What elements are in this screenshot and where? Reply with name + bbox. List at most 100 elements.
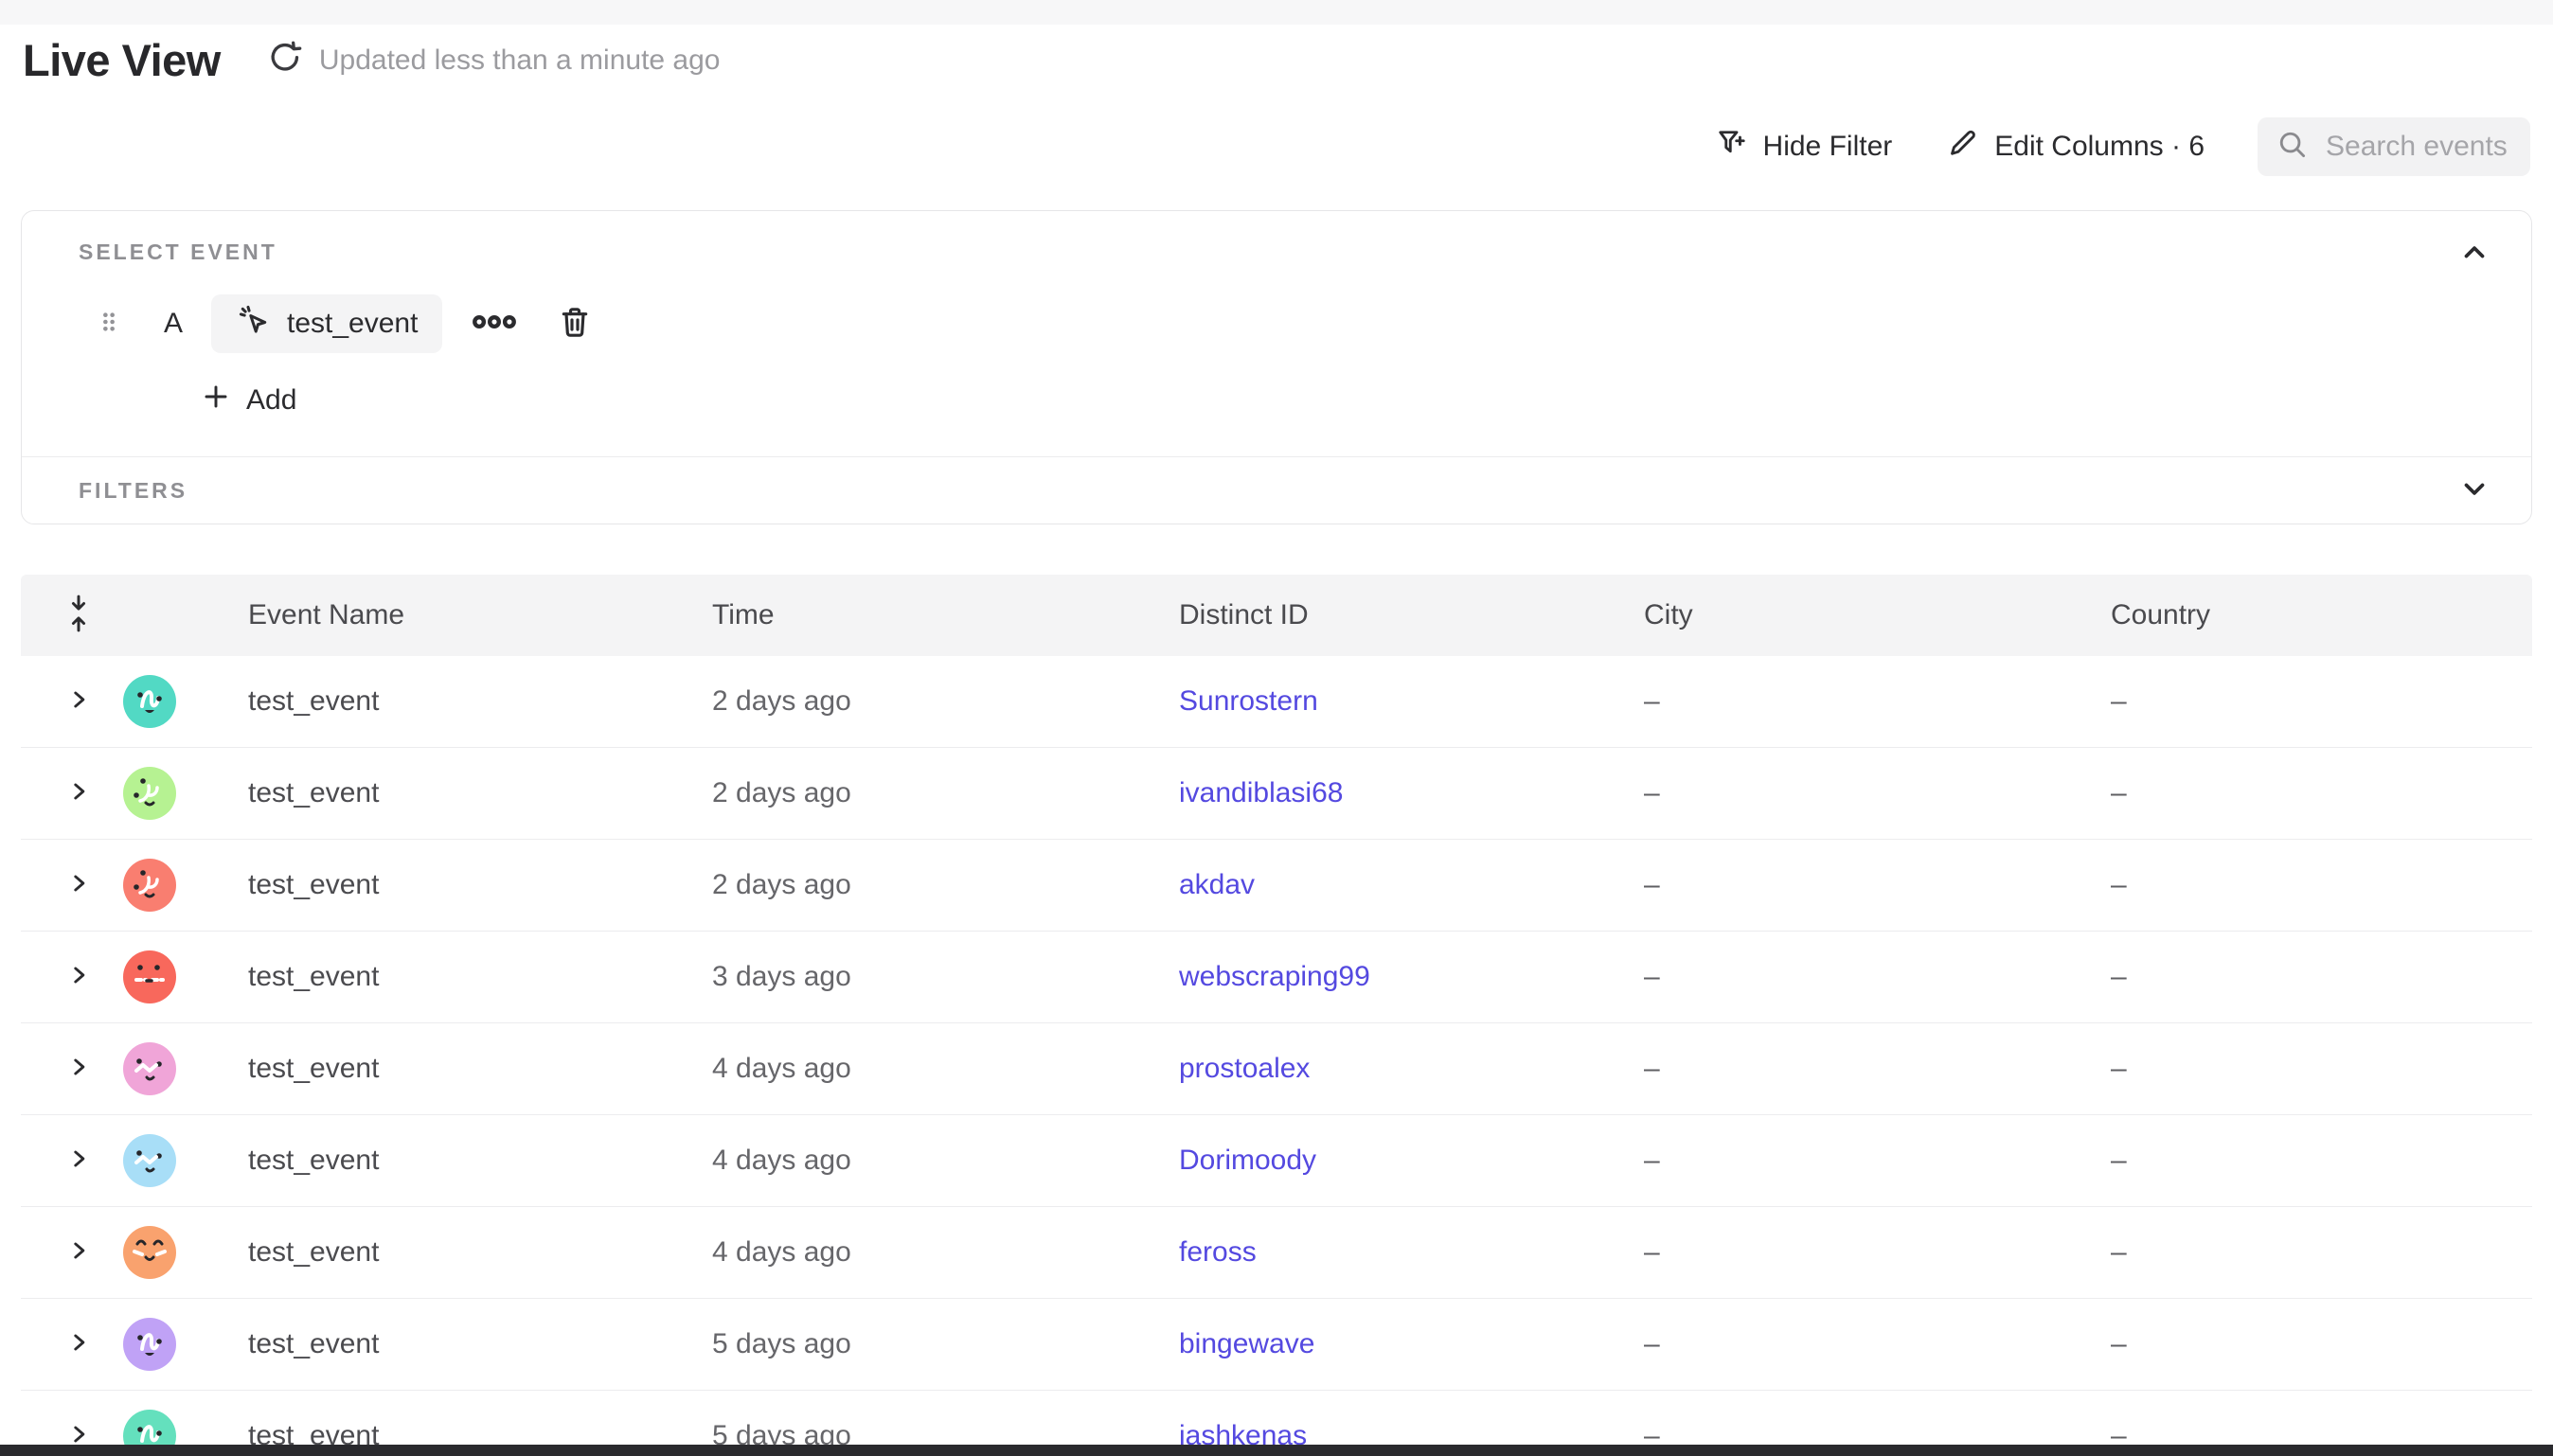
country-cell: – — [2103, 685, 2532, 718]
avatar-cell — [123, 859, 227, 912]
add-event-button[interactable]: Add — [201, 382, 296, 419]
select-event-section: SELECT EVENT — [22, 211, 2531, 456]
column-header-country: Country — [2103, 599, 2532, 631]
expand-row-button[interactable] — [21, 1146, 123, 1176]
search-input[interactable] — [2326, 131, 2515, 163]
distinct-id-link[interactable]: Dorimoody — [1179, 1145, 1636, 1177]
time-cell: 2 days ago — [712, 777, 1179, 809]
table-header-row: Event Name Time Distinct ID City Country — [21, 575, 2532, 656]
event-options-button[interactable] — [473, 310, 516, 339]
user-avatar[interactable] — [123, 675, 176, 728]
delete-event-button[interactable] — [556, 303, 594, 346]
distinct-id-link[interactable]: prostoalex — [1179, 1053, 1636, 1085]
country-cell: – — [2103, 1328, 2532, 1360]
table-row: test_event 2 days ago akdav – – — [21, 840, 2532, 932]
country-cell: – — [2103, 869, 2532, 901]
table-body: test_event 2 days ago Sunrostern – – tes… — [21, 656, 2532, 1456]
table-row: test_event 2 days ago ivandiblasi68 – – — [21, 748, 2532, 840]
search-icon — [2276, 129, 2309, 166]
distinct-id-link[interactable]: Sunrostern — [1179, 685, 1636, 718]
column-header-city: City — [1636, 599, 2103, 631]
search-box[interactable] — [2258, 117, 2530, 176]
top-strip — [0, 0, 2553, 25]
event-name-cell: test_event — [227, 1145, 712, 1177]
refresh-button[interactable] — [264, 40, 306, 81]
avatar-cell — [123, 1226, 227, 1279]
distinct-id-link[interactable]: ivandiblasi68 — [1179, 777, 1636, 809]
filter-plus-icon — [1714, 126, 1748, 168]
user-avatar[interactable] — [123, 1226, 176, 1279]
time-cell: 2 days ago — [712, 685, 1179, 718]
expand-row-button[interactable] — [21, 871, 123, 900]
add-button-label: Add — [246, 384, 296, 417]
user-avatar[interactable] — [123, 859, 176, 912]
expand-row-button[interactable] — [21, 1330, 123, 1359]
chevron-right-icon — [66, 1146, 91, 1176]
user-avatar[interactable] — [123, 1042, 176, 1095]
updated-status: Updated less than a minute ago — [319, 44, 721, 77]
time-cell: 4 days ago — [712, 1053, 1179, 1085]
avatar-cell — [123, 1042, 227, 1095]
distinct-id-link[interactable]: akdav — [1179, 869, 1636, 901]
city-cell: – — [1636, 1236, 2103, 1269]
user-avatar[interactable] — [123, 1318, 176, 1371]
distinct-id-link[interactable]: webscraping99 — [1179, 961, 1636, 993]
filters-label: FILTERS — [79, 478, 187, 504]
drag-handle[interactable] — [92, 306, 126, 343]
country-cell: – — [2103, 1053, 2532, 1085]
expand-row-button[interactable] — [21, 1055, 123, 1084]
event-selector-chip[interactable]: test_event — [211, 294, 442, 353]
event-name-cell: test_event — [227, 869, 712, 901]
city-cell: – — [1636, 1053, 2103, 1085]
distinct-id-link[interactable]: bingewave — [1179, 1328, 1636, 1360]
user-avatar[interactable] — [123, 767, 176, 820]
user-avatar[interactable] — [123, 1134, 176, 1187]
filters-expand-button[interactable] — [2455, 471, 2493, 509]
avatar-cell — [123, 675, 227, 728]
expand-row-button[interactable] — [21, 779, 123, 808]
event-name-cell: test_event — [227, 1053, 712, 1085]
chevron-right-icon — [66, 687, 91, 717]
events-table: Event Name Time Distinct ID City Country… — [21, 575, 2532, 1456]
city-cell: – — [1636, 685, 2103, 718]
chevron-right-icon — [66, 963, 91, 992]
event-query-row: A test_event — [79, 294, 2490, 353]
avatar-cell — [123, 1134, 227, 1187]
user-avatar[interactable] — [123, 950, 176, 1003]
drag-dots-icon — [95, 306, 123, 343]
edit-columns-button[interactable]: Edit Columns · 6 — [1945, 126, 2205, 168]
event-name-cell: test_event — [227, 685, 712, 718]
select-event-collapse-button[interactable] — [2455, 236, 2493, 274]
chevron-up-icon — [2458, 237, 2491, 274]
time-cell: 3 days ago — [712, 961, 1179, 993]
avatar-cell — [123, 767, 227, 820]
hide-filter-button[interactable]: Hide Filter — [1714, 126, 1893, 168]
pencil-icon — [1945, 126, 1979, 168]
event-chip-label: test_event — [287, 308, 418, 340]
collapse-all-button[interactable] — [21, 594, 123, 638]
country-cell: – — [2103, 777, 2532, 809]
expand-row-button[interactable] — [21, 1238, 123, 1268]
country-cell: – — [2103, 961, 2532, 993]
expand-row-button[interactable] — [21, 963, 123, 992]
column-header-event-name: Event Name — [227, 599, 712, 631]
table-row: test_event 4 days ago feross – – — [21, 1207, 2532, 1299]
expand-row-button[interactable] — [21, 687, 123, 717]
avatar-cell — [123, 1318, 227, 1371]
country-cell: – — [2103, 1236, 2532, 1269]
bottom-window-bar — [0, 1445, 2553, 1456]
table-row: test_event 5 days ago bingewave – – — [21, 1299, 2532, 1391]
hide-filter-label: Hide Filter — [1763, 131, 1893, 163]
collapse-rows-icon — [64, 594, 93, 638]
chevron-right-icon — [66, 779, 91, 808]
time-cell: 5 days ago — [712, 1328, 1179, 1360]
filters-section: FILTERS — [22, 457, 2531, 524]
cursor-click-icon — [236, 302, 272, 346]
plus-icon — [201, 382, 231, 419]
trash-icon — [556, 303, 594, 346]
distinct-id-link[interactable]: feross — [1179, 1236, 1636, 1269]
time-cell: 4 days ago — [712, 1236, 1179, 1269]
chevron-right-icon — [66, 1238, 91, 1268]
event-name-cell: test_event — [227, 1236, 712, 1269]
city-cell: – — [1636, 1328, 2103, 1360]
